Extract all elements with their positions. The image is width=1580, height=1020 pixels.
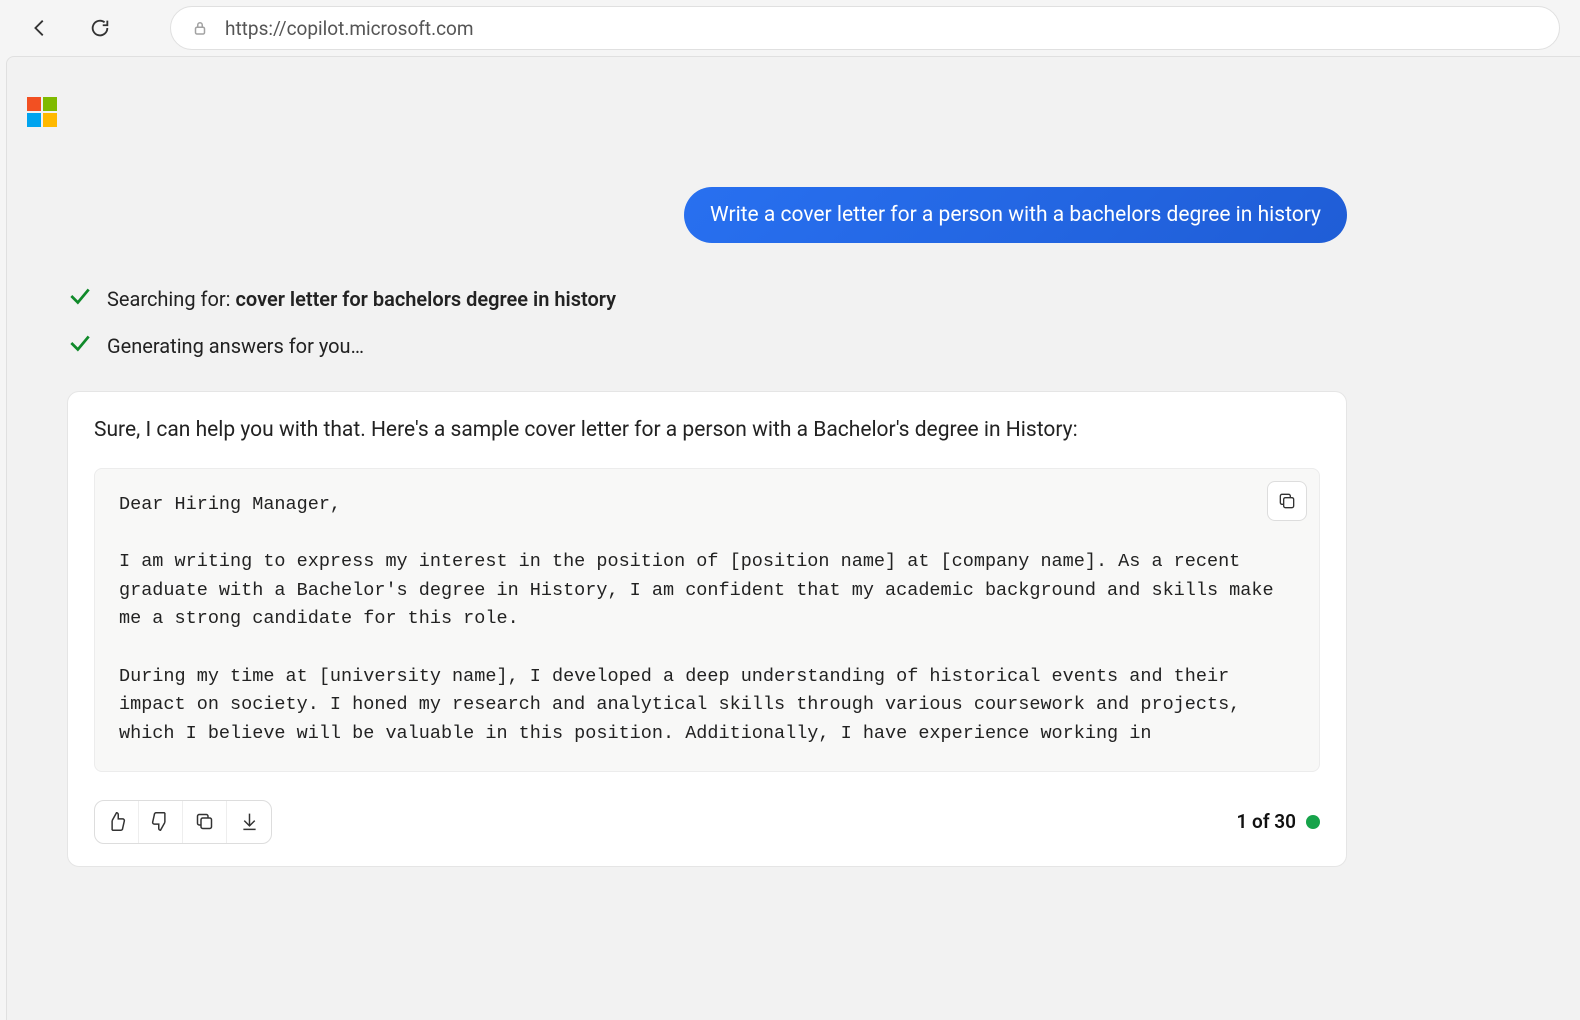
- user-message-row: Write a cover letter for a person with a…: [67, 187, 1347, 243]
- page-content: Write a cover letter for a person with a…: [6, 56, 1580, 1020]
- thumbs-up-button[interactable]: [95, 801, 139, 843]
- response-intro: Sure, I can help you with that. Here's a…: [94, 414, 1320, 448]
- copy-code-button[interactable]: [1267, 481, 1307, 521]
- copy-response-button[interactable]: [183, 801, 227, 843]
- searching-prefix: Searching for:: [107, 287, 235, 311]
- microsoft-logo[interactable]: [27, 97, 57, 127]
- refresh-button[interactable]: [80, 8, 120, 48]
- chat-area: Write a cover letter for a person with a…: [7, 57, 1407, 867]
- status-dot-icon: [1306, 815, 1320, 829]
- cover-letter-block: Dear Hiring Manager, I am writing to exp…: [94, 468, 1320, 772]
- searching-query: cover letter for bachelors degree in his…: [235, 287, 616, 311]
- check-icon: [67, 330, 93, 361]
- status-generating: Generating answers for you…: [67, 330, 1347, 361]
- assistant-response-card: Sure, I can help you with that. Here's a…: [67, 391, 1347, 867]
- pager-text: 1 of 30: [1236, 810, 1296, 833]
- thumbs-down-button[interactable]: [139, 801, 183, 843]
- response-pager: 1 of 30: [1236, 810, 1320, 833]
- browser-toolbar: https://copilot.microsoft.com: [0, 0, 1580, 56]
- user-message-bubble: Write a cover letter for a person with a…: [684, 187, 1347, 243]
- generating-text: Generating answers for you…: [107, 334, 364, 358]
- check-icon: [67, 283, 93, 314]
- lock-icon: [191, 19, 209, 37]
- status-searching: Searching for: cover letter for bachelor…: [67, 283, 1347, 314]
- address-bar[interactable]: https://copilot.microsoft.com: [170, 6, 1560, 50]
- url-text: https://copilot.microsoft.com: [225, 17, 474, 40]
- back-button[interactable]: [20, 8, 60, 48]
- download-button[interactable]: [227, 801, 271, 843]
- cover-letter-text: Dear Hiring Manager, I am writing to exp…: [119, 494, 1285, 744]
- feedback-actions: [94, 800, 272, 844]
- card-footer: 1 of 30: [94, 800, 1320, 844]
